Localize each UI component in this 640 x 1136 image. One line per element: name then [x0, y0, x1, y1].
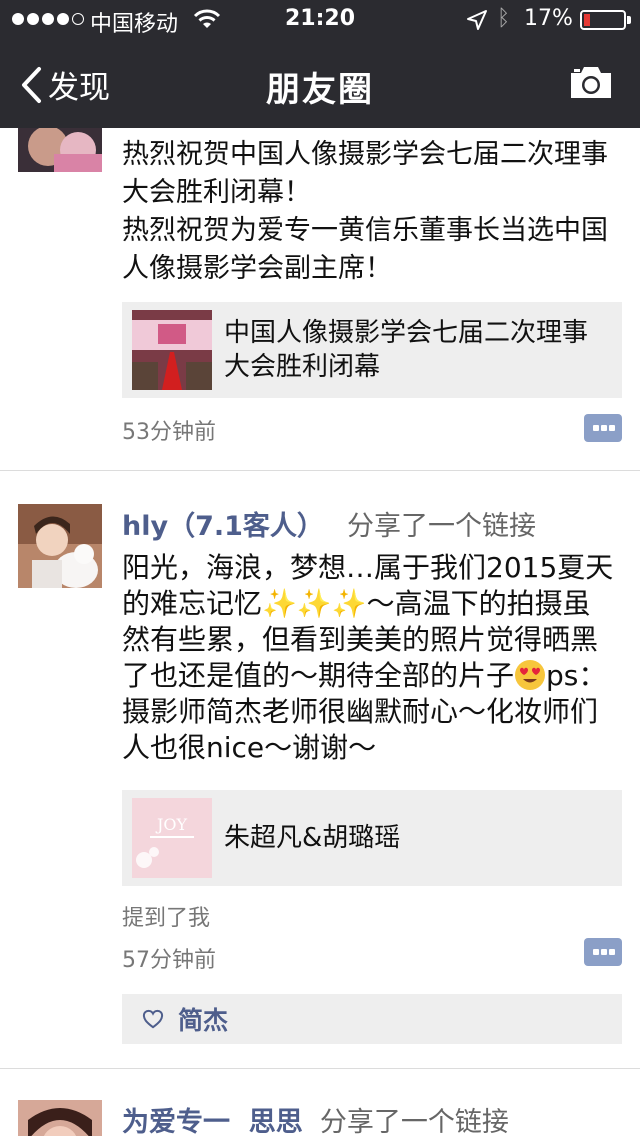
shared-link-card[interactable]: 中国人像摄影学会七届二次理事大会胜利闭幕 — [122, 302, 622, 398]
link-thumbnail — [132, 310, 212, 390]
page-title: 朋友圈 — [266, 70, 374, 110]
post-time: 57分钟前 — [122, 948, 216, 973]
status-bar: 中国移动 21:20 ᛒ 17% — [0, 0, 640, 40]
post-author[interactable]: hly（7.1客人） — [122, 511, 324, 542]
feed-post: 为爱专一 思思 分享了一个链接 — [0, 1072, 640, 1136]
comment-button[interactable] — [584, 938, 622, 966]
top-bar: 中国移动 21:20 ᛒ 17% 发现 朋友圈 — [0, 0, 640, 128]
post-action: 分享了一个链接 — [347, 511, 537, 542]
moments-feed[interactable]: 热烈祝贺中国人像摄影学会七届二次理事大会胜利闭幕！ 热烈祝贺为爱专一黄信乐董事长… — [0, 128, 640, 1136]
camera-icon[interactable] — [568, 64, 614, 100]
comment-button[interactable] — [584, 414, 622, 442]
navigation-bar: 发现 朋友圈 — [0, 40, 640, 128]
likes-box: 简杰 — [122, 994, 622, 1044]
shared-link-card[interactable]: JOY 朱超凡&胡璐瑶 — [122, 790, 622, 886]
feed-post: hly（7.1客人） 分享了一个链接 阳光，海浪，梦想…属于我们2015夏天的难… — [0, 472, 640, 1068]
avatar[interactable] — [18, 128, 102, 172]
link-title: 中国人像摄影学会七届二次理事大会胜利闭幕 — [224, 318, 589, 382]
post-text: 阳光，海浪，梦想…属于我们2015夏天的难忘记忆✨✨✨～高温下的拍摄虽然有些累，… — [122, 550, 614, 766]
post-time: 53分钟前 — [122, 420, 216, 445]
avatar[interactable] — [18, 1100, 102, 1136]
battery-tip — [627, 16, 631, 24]
sparkles-emoji: ✨✨✨ — [262, 587, 367, 620]
svg-text:JOY: JOY — [155, 815, 188, 834]
avatar[interactable] — [18, 504, 102, 588]
battery-icon — [580, 10, 626, 30]
heart-icon — [142, 1009, 164, 1029]
location-arrow-icon — [467, 10, 487, 30]
post-header: hly（7.1客人） 分享了一个链接 — [122, 504, 622, 542]
feed-post: 热烈祝贺中国人像摄影学会七届二次理事大会胜利闭幕！ 热烈祝贺为爱专一黄信乐董事长… — [0, 128, 640, 472]
like-user[interactable]: 简杰 — [178, 1001, 228, 1037]
post-action: 分享了一个链接 — [319, 1107, 509, 1136]
link-title: 朱超凡&胡璐瑶 — [224, 823, 401, 853]
post-author[interactable]: 为爱专一 思思 — [122, 1107, 303, 1136]
heart-eyes-emoji-icon — [515, 660, 546, 690]
link-thumbnail: JOY — [132, 798, 212, 878]
post-text: 热烈祝贺中国人像摄影学会七届二次理事大会胜利闭幕！ 热烈祝贺为爱专一黄信乐董事长… — [122, 139, 608, 284]
bluetooth-icon: ᛒ — [497, 6, 511, 31]
post-divider — [0, 470, 640, 471]
mention-label: 提到了我 — [122, 906, 211, 931]
post-divider — [0, 1068, 640, 1069]
battery-percent: 17% — [524, 6, 573, 31]
